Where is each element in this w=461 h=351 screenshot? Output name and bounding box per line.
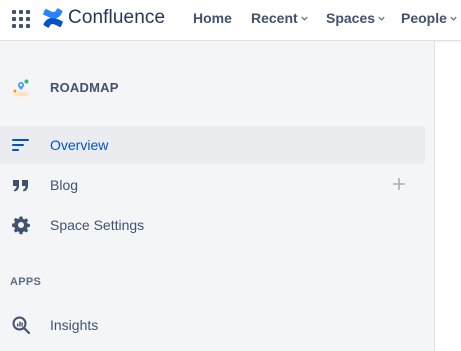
confluence-logo[interactable]: Confluence (42, 5, 165, 31)
sidebar-item-insights[interactable]: Insights (0, 306, 425, 344)
nav-spaces-dropdown[interactable]: Spaces (326, 0, 386, 36)
app-name: Confluence (68, 7, 166, 28)
sidebar-item-overview[interactable]: Overview (0, 126, 425, 164)
chevron-down-icon (450, 16, 457, 21)
nav-people-dropdown[interactable]: People (401, 0, 458, 36)
chevron-down-icon (301, 16, 308, 21)
sidebar-item-label: Space Settings (50, 217, 145, 233)
overview-lines-icon (12, 139, 29, 151)
space-avatar-icon (13, 79, 29, 97)
sidebar-divider (434, 41, 435, 351)
nav-home[interactable]: Home (193, 0, 232, 36)
chevron-down-icon (378, 16, 385, 21)
space-name: ROADMAP (50, 80, 119, 95)
sidebar-item-blog[interactable]: Blog (0, 166, 425, 204)
nav-people-label: People (401, 10, 447, 26)
gear-icon (12, 216, 30, 235)
sidebar-item-space-settings[interactable]: Space Settings (0, 206, 425, 244)
nav-spaces-label: Spaces (326, 10, 376, 26)
sidebar-item-label: Insights (50, 317, 99, 333)
nav-recent-dropdown[interactable]: Recent (251, 0, 309, 36)
insights-magnifier-icon (12, 316, 31, 335)
add-blog-post-plus-icon[interactable] (390, 175, 408, 193)
top-navigation-bar: Confluence Home Recent Spaces People (0, 0, 461, 41)
quote-icon (13, 180, 28, 192)
confluence-logo-icon (43, 8, 63, 28)
apps-section-heading: APPS (10, 276, 42, 288)
sidebar-item-label: Blog (50, 177, 79, 193)
nav-home-label: Home (193, 10, 232, 26)
nav-recent-label: Recent (251, 10, 298, 26)
space-header[interactable]: ROADMAP (0, 73, 434, 105)
app-switcher-icon[interactable] (12, 10, 30, 28)
sidebar-item-label: Overview (50, 137, 109, 153)
